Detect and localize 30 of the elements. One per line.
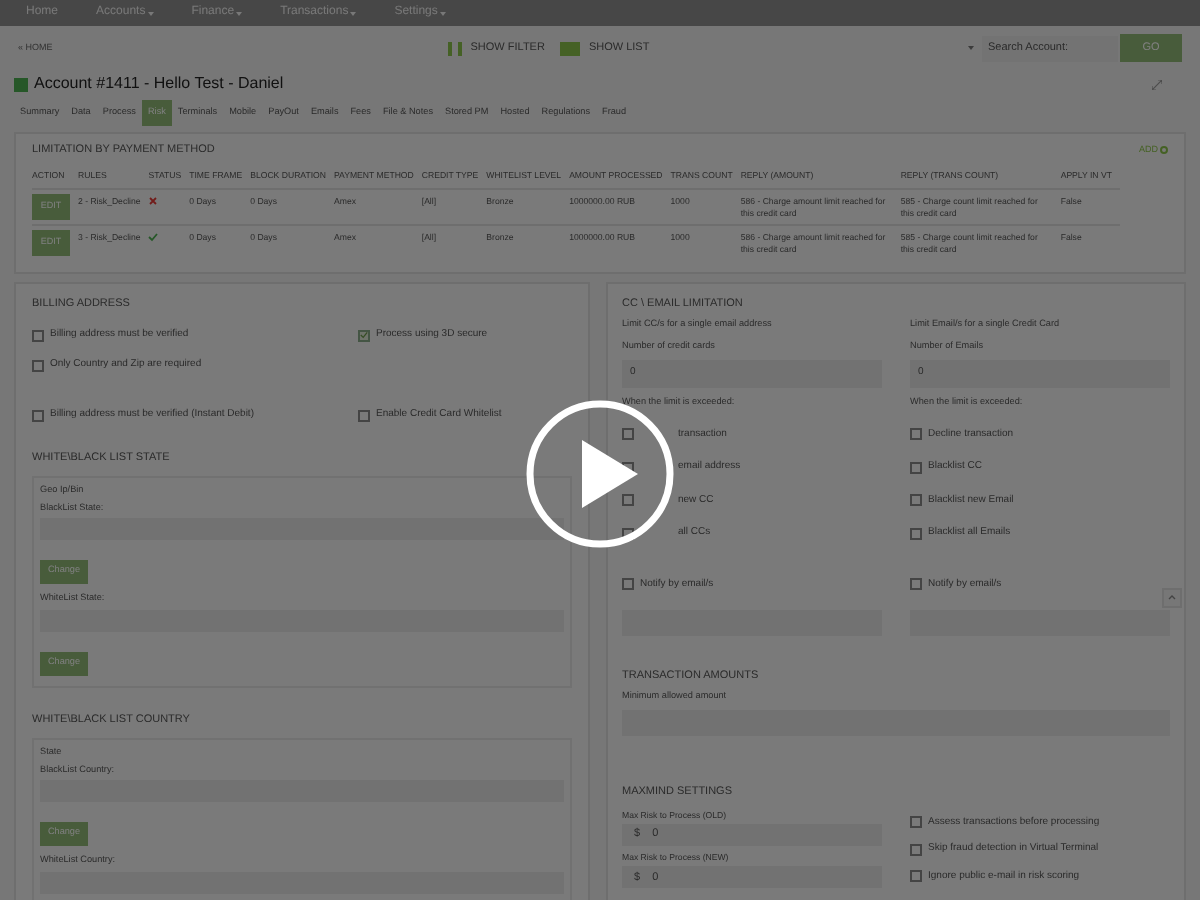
checkbox[interactable]: [910, 527, 922, 540]
checkbox[interactable]: [358, 409, 370, 422]
checkbox[interactable]: [622, 578, 634, 591]
checkbox[interactable]: [32, 360, 44, 373]
chevron-up-icon: [1168, 594, 1176, 601]
play-button[interactable]: [526, 400, 674, 548]
account-title: Account #1411 - Hello Test - Daniel: [34, 72, 284, 96]
caret-icon: [147, 11, 154, 15]
scroll-up-button[interactable]: [1162, 587, 1182, 608]
checkbox[interactable]: [910, 870, 922, 883]
checkbox[interactable]: [910, 578, 922, 591]
caret-icon: [236, 11, 243, 15]
caret-icon: [439, 11, 446, 15]
account-icon: [14, 77, 28, 91]
checkbox[interactable]: [32, 409, 44, 422]
caret-icon: [350, 11, 357, 15]
checkbox[interactable]: [910, 428, 922, 441]
checkbox[interactable]: [910, 461, 922, 474]
checkbox[interactable]: [910, 494, 922, 507]
checkbox[interactable]: [358, 329, 370, 342]
checkbox[interactable]: [910, 816, 922, 829]
caret-icon: [968, 46, 974, 50]
list-icon: [560, 41, 581, 55]
checkbox[interactable]: [32, 329, 44, 342]
columns-icon: [448, 41, 463, 55]
expand-icon[interactable]: [1152, 79, 1162, 89]
input-field[interactable]: [40, 518, 564, 541]
checkbox[interactable]: [622, 494, 634, 507]
checkbox[interactable]: [622, 428, 634, 441]
checkbox[interactable]: [910, 843, 922, 856]
